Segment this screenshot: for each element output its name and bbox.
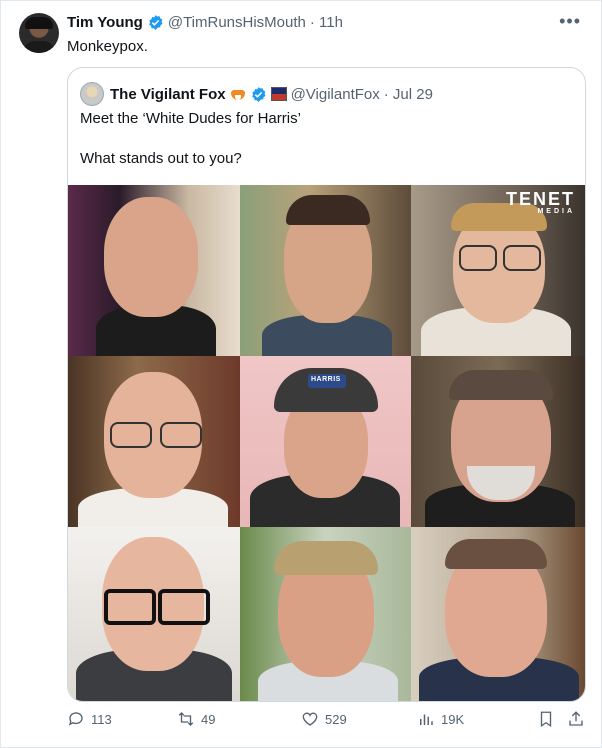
share-icon [569, 711, 583, 726]
video-tile-5[interactable]: HARRIS [240, 356, 411, 527]
share-button[interactable] [567, 710, 591, 728]
video-tile-4[interactable] [68, 356, 240, 527]
quoted-text-line1: Meet the ‘White Dudes for Harris’ [80, 110, 301, 127]
bookmark-icon [540, 711, 552, 728]
tweet-header: Tim Young @TimRunsHisMouth · 11h [67, 14, 343, 31]
video-tile-9[interactable] [411, 527, 585, 701]
like-icon [302, 712, 318, 726]
fox-emoji-icon [230, 87, 246, 101]
action-bar: 113 49 529 19K [67, 710, 587, 734]
like-button[interactable]: 529 [301, 710, 347, 728]
verified-icon [251, 86, 266, 102]
bookmark-button[interactable] [537, 710, 561, 728]
tweet-card[interactable]: Tim Young @TimRunsHisMouth · 11h ••• Mon… [0, 0, 602, 748]
video-tile-8[interactable] [240, 527, 411, 701]
cap-text: HARRIS [311, 376, 341, 383]
author-name[interactable]: Tim Young [67, 14, 143, 31]
quoted-tweet[interactable]: The Vigilant Fox @VigilantFox · Jul 29 M… [67, 67, 586, 702]
video-tile-2[interactable] [240, 185, 411, 356]
tweet-text: Monkeypox. [67, 38, 148, 55]
affiliate-badge-icon [270, 87, 287, 101]
reply-button[interactable]: 113 [67, 710, 112, 728]
quoted-avatar[interactable] [80, 82, 104, 106]
quoted-author-name[interactable]: The Vigilant Fox [110, 86, 226, 103]
quoted-header: The Vigilant Fox @VigilantFox · Jul 29 [80, 82, 433, 106]
more-icon[interactable]: ••• [559, 11, 581, 32]
repost-button[interactable]: 49 [177, 710, 215, 728]
author-avatar[interactable] [19, 13, 59, 53]
video-tile-3[interactable]: TENET MEDIA [411, 185, 585, 356]
reply-icon [68, 712, 83, 726]
author-handle[interactable]: @TimRunsHisMouth [168, 14, 306, 31]
quoted-handle[interactable]: @VigilantFox [291, 86, 380, 103]
quoted-text-line2: What stands out to you? [80, 150, 242, 167]
video-tile-6[interactable] [411, 356, 585, 527]
tenet-watermark: TENET MEDIA [505, 189, 575, 215]
like-count: 529 [325, 711, 347, 727]
tweet-time[interactable]: · 11h [310, 14, 343, 31]
views-icon [420, 714, 433, 725]
views-count: 19K [441, 711, 465, 727]
video-grid[interactable]: TENET MEDIA HARRIS [68, 185, 585, 701]
video-tile-1[interactable] [68, 185, 240, 356]
repost-count: 49 [201, 711, 216, 727]
reply-count: 113 [91, 711, 112, 727]
video-tile-7[interactable] [68, 527, 240, 701]
verified-icon [149, 15, 163, 30]
views-button[interactable]: 19K [417, 710, 464, 728]
repost-icon [178, 712, 194, 726]
quoted-date[interactable]: · Jul 29 [384, 86, 433, 103]
